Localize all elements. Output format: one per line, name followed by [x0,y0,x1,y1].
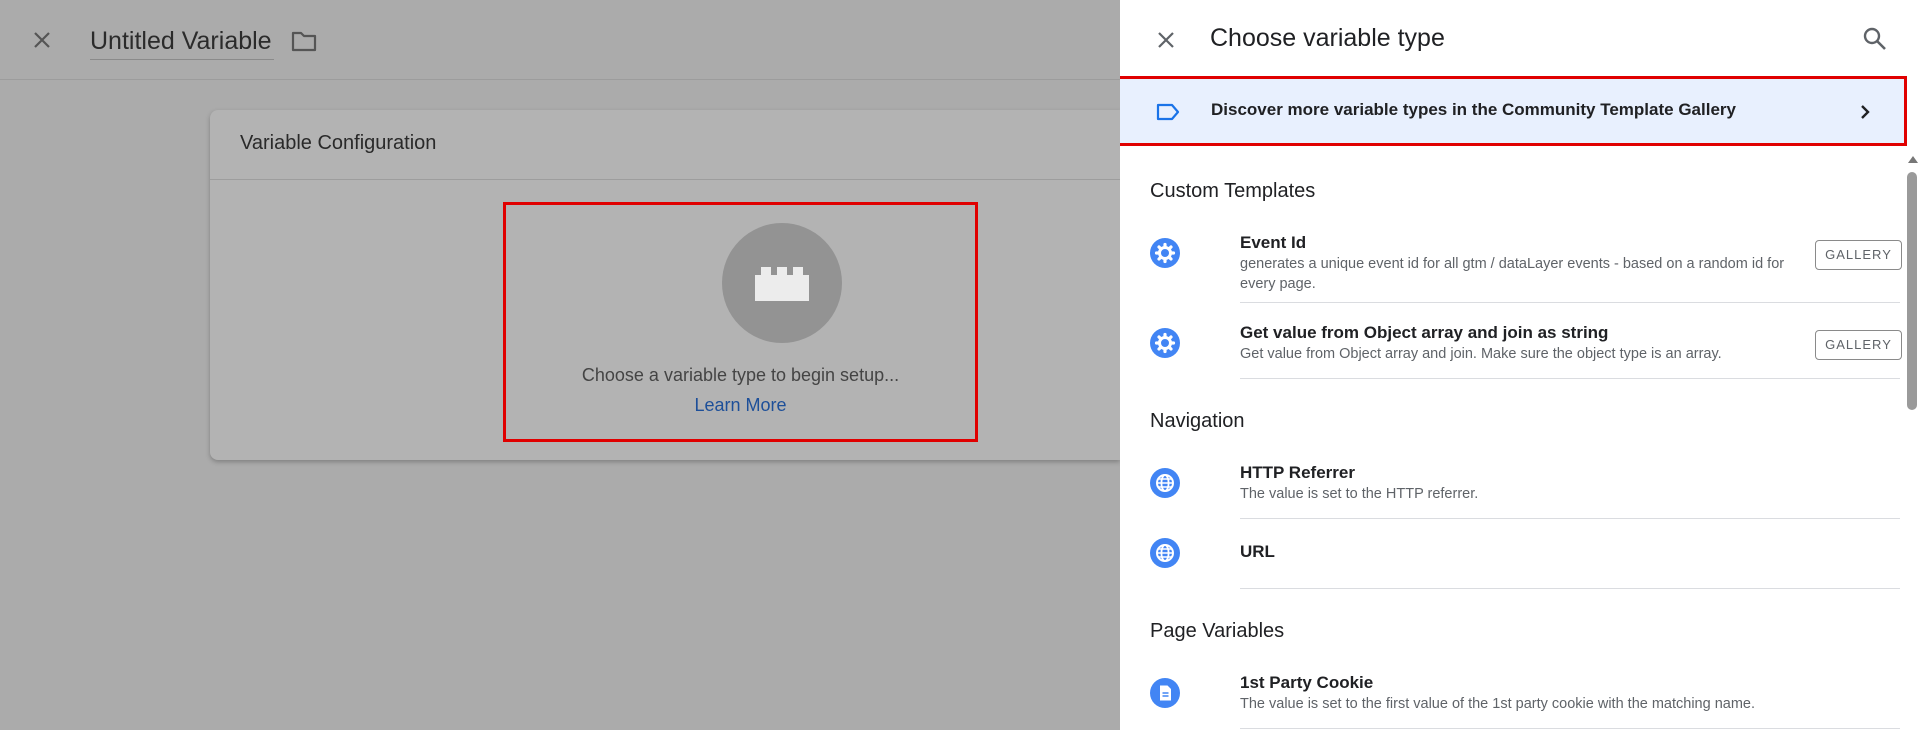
gear-icon [1150,238,1180,268]
item-name: Event Id [1240,233,1307,252]
variable-type-list[interactable]: Custom Templates Event Id generates a un… [1120,150,1910,730]
brick-icon [755,267,809,301]
learn-more-link[interactable]: Learn More [506,395,975,416]
divider [1240,302,1900,303]
item-description: Get value from Object array and join. Ma… [1240,346,1722,362]
variable-type-object-array-join[interactable]: Get value from Object array and join as … [1150,320,1902,384]
tag-icon [1156,103,1180,121]
section-title-navigation: Navigation [1150,410,1245,432]
gear-icon [1150,328,1180,358]
divider [1240,728,1900,729]
drawer-title: Choose variable type [1210,24,1445,52]
banner-text: Discover more variable types in the Comm… [1211,100,1736,119]
item-description: The value is set to the HTTP referrer. [1240,486,1479,502]
chevron-right-icon [1861,105,1870,119]
divider [1240,378,1900,379]
card-title: Variable Configuration [210,110,1120,180]
divider [1240,518,1900,519]
variable-type-1st-party-cookie[interactable]: 1st Party Cookie The value is set to the… [1150,670,1900,730]
scroll-up-arrow-icon[interactable] [1908,156,1918,163]
item-description: The value is set to the first value of t… [1240,696,1756,712]
close-icon[interactable] [30,28,54,52]
divider [1240,588,1900,589]
section-title-page-variables: Page Variables [1150,620,1285,642]
globe-icon [1150,538,1180,568]
variable-type-url[interactable]: URL [1150,530,1900,594]
choose-variable-type-area[interactable]: Choose a variable type to begin setup...… [503,202,978,442]
variable-editor: Untitled Variable Variable Configuration… [0,0,1120,730]
item-name: 1st Party Cookie [1240,673,1374,692]
scrollbar-thumb[interactable] [1907,172,1917,410]
variable-type-http-referrer[interactable]: HTTP Referrer The value is set to the HT… [1150,460,1900,524]
item-name: URL [1240,542,1275,561]
section-title-custom-templates: Custom Templates [1150,180,1316,202]
gallery-button[interactable]: GALLERY [1815,240,1902,270]
item-description: generates a unique event id for all gtm … [1240,256,1785,292]
gallery-button[interactable]: GALLERY [1815,330,1902,360]
community-template-gallery-banner[interactable]: Discover more variable types in the Comm… [1120,76,1907,146]
empty-state-text: Choose a variable type to begin setup... [581,365,900,385]
folder-icon[interactable] [290,28,318,54]
search-icon[interactable] [1862,26,1888,52]
item-name: HTTP Referrer [1240,463,1355,482]
document-icon [1150,678,1180,708]
editor-header: Untitled Variable [0,0,1120,80]
close-icon[interactable] [1154,28,1178,52]
item-name: Get value from Object array and join as … [1240,323,1609,342]
choose-variable-type-drawer: Choose variable type Discover more varia… [1120,0,1919,730]
variable-type-event-id[interactable]: Event Id generates a unique event id for… [1150,230,1902,314]
globe-icon [1150,468,1180,498]
brick-placeholder[interactable] [722,223,842,343]
variable-name-input[interactable]: Untitled Variable [90,24,274,60]
